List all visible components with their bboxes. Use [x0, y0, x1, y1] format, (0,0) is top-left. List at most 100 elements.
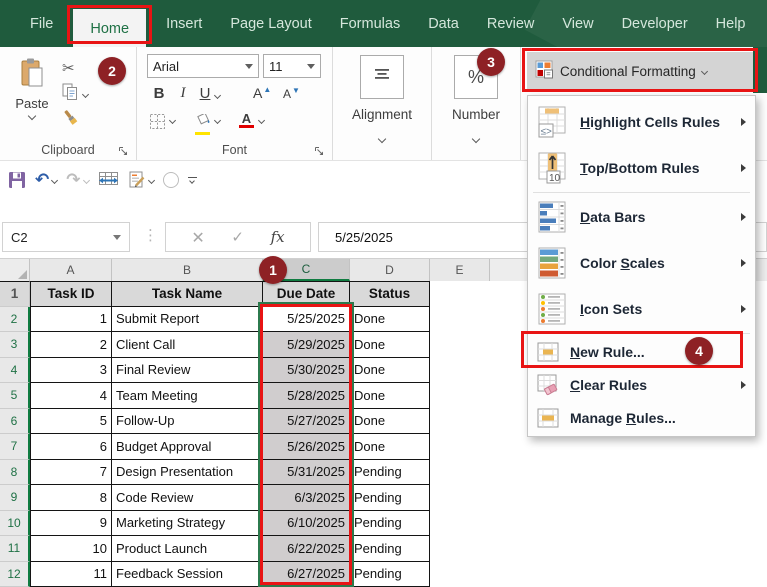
save-button[interactable] — [8, 171, 26, 189]
tab-view[interactable]: View — [548, 0, 607, 47]
row-header[interactable]: 9 — [0, 485, 30, 511]
cell-status[interactable]: Done — [350, 434, 430, 460]
row-header[interactable]: 4 — [0, 358, 30, 384]
menu-item-data-bars[interactable]: Data Bars — [528, 194, 755, 240]
cell-task-id[interactable]: 6 — [30, 434, 112, 460]
column-header-d[interactable]: D — [350, 259, 430, 281]
cell-task-id[interactable]: 11 — [30, 562, 112, 587]
cell-due-date[interactable]: 5/27/2025 — [263, 409, 350, 435]
row-header[interactable]: 6 — [0, 409, 30, 435]
borders-dropdown-icon[interactable] — [169, 117, 176, 124]
alignment-button[interactable] — [360, 55, 404, 99]
paste-dropdown-icon[interactable] — [28, 112, 36, 120]
column-header-a[interactable]: A — [30, 259, 112, 281]
cell-empty[interactable] — [430, 562, 490, 587]
conditional-formatting-button[interactable]: = Conditional Formatting — [527, 52, 753, 90]
cell-task-id[interactable]: 5 — [30, 409, 112, 435]
font-dialog-launcher-icon[interactable] — [314, 144, 325, 155]
tab-review[interactable]: Review — [473, 0, 549, 47]
undo-button[interactable]: ↶ — [35, 170, 57, 190]
cell-task-id[interactable]: 3 — [30, 358, 112, 384]
font-color-dropdown-icon[interactable] — [258, 117, 265, 124]
cell-empty[interactable] — [430, 281, 490, 307]
underline-button[interactable]: U — [195, 85, 215, 102]
cell-status[interactable]: Status — [350, 281, 430, 307]
cell-task-name[interactable]: Budget Approval — [112, 434, 263, 460]
cell-task-name[interactable]: Product Launch — [112, 536, 263, 562]
cell-status[interactable]: Pending — [350, 536, 430, 562]
undo-dropdown-icon[interactable] — [51, 176, 58, 183]
increase-font-size-button[interactable]: A▲ — [253, 85, 270, 101]
cell-due-date[interactable]: 5/30/2025 — [263, 358, 350, 384]
cancel-icon[interactable]: ✕ — [191, 228, 204, 247]
cell-status[interactable]: Done — [350, 383, 430, 409]
clipboard-dialog-launcher-icon[interactable] — [118, 144, 129, 155]
cell-due-date[interactable]: 6/10/2025 — [263, 511, 350, 537]
cell-status[interactable]: Done — [350, 307, 430, 333]
cell-task-id[interactable]: 7 — [30, 460, 112, 486]
format-painter-button[interactable] — [62, 107, 132, 133]
tab-help[interactable]: Help — [702, 0, 760, 47]
row-header[interactable]: 8 — [0, 460, 30, 486]
cell-empty[interactable] — [430, 358, 490, 384]
italic-button[interactable]: I — [173, 85, 193, 102]
cell-empty[interactable] — [430, 332, 490, 358]
tab-developer[interactable]: Developer — [608, 0, 702, 47]
form-dropdown-icon[interactable] — [147, 176, 154, 183]
menu-item-top-bottom-rules[interactable]: 10 Top/Bottom Rules — [528, 145, 755, 191]
cell-due-date[interactable]: Due Date — [263, 281, 350, 307]
cell-empty[interactable] — [430, 460, 490, 486]
tab-home[interactable]: Home — [73, 9, 146, 47]
cell-status[interactable]: Pending — [350, 460, 430, 486]
paste-button[interactable]: Paste — [6, 53, 58, 145]
column-header-e[interactable]: E — [430, 259, 490, 281]
cell-task-id[interactable]: 2 — [30, 332, 112, 358]
cell-due-date[interactable]: 5/31/2025 — [263, 460, 350, 486]
select-all-corner[interactable] — [0, 259, 30, 281]
cell-empty[interactable] — [430, 511, 490, 537]
cell-empty[interactable] — [430, 485, 490, 511]
cell-task-name[interactable]: Submit Report — [112, 307, 263, 333]
row-header[interactable]: 3 — [0, 332, 30, 358]
formula-bar-resize-dots-icon[interactable]: ⋮ — [143, 226, 158, 244]
cell-task-id[interactable]: 10 — [30, 536, 112, 562]
cell-status[interactable]: Pending — [350, 485, 430, 511]
row-header[interactable]: 11 — [0, 536, 30, 562]
alignment-dropdown-icon[interactable] — [333, 129, 431, 147]
cell-task-name[interactable]: Task Name — [112, 281, 263, 307]
cell-status[interactable]: Done — [350, 358, 430, 384]
menu-item-highlight-cells-rules[interactable]: ≤> Highlight Cells Rules — [528, 99, 755, 145]
cell-task-name[interactable]: Code Review — [112, 485, 263, 511]
copy-dropdown-icon[interactable] — [82, 90, 89, 97]
cell-due-date[interactable]: 6/22/2025 — [263, 536, 350, 562]
cell-empty[interactable] — [430, 307, 490, 333]
enter-icon[interactable]: ✓ — [231, 228, 244, 246]
cell-due-date[interactable]: 5/28/2025 — [263, 383, 350, 409]
cell-status[interactable]: Done — [350, 332, 430, 358]
cell-due-date[interactable]: 5/26/2025 — [263, 434, 350, 460]
form-button[interactable] — [128, 171, 154, 189]
cell-task-name[interactable]: Team Meeting — [112, 383, 263, 409]
cell-task-id[interactable]: Task ID — [30, 281, 112, 307]
cell-task-name[interactable]: Client Call — [112, 332, 263, 358]
cell-task-name[interactable]: Final Review — [112, 358, 263, 384]
cell-task-name[interactable]: Feedback Session — [112, 562, 263, 587]
tab-formulas[interactable]: Formulas — [326, 0, 414, 47]
borders-button[interactable] — [149, 113, 166, 135]
cell-status[interactable]: Pending — [350, 511, 430, 537]
row-header[interactable]: 10 — [0, 511, 30, 537]
font-color-button[interactable]: A — [239, 113, 254, 128]
tab-file[interactable]: File — [16, 0, 67, 47]
cell-task-name[interactable]: Follow-Up — [112, 409, 263, 435]
row-header[interactable]: 1 — [0, 281, 30, 307]
tab-insert[interactable]: Insert — [152, 0, 216, 47]
menu-item-new-rule[interactable]: New Rule... — [528, 335, 755, 368]
cell-due-date[interactable]: 6/27/2025 — [263, 562, 350, 587]
tab-data[interactable]: Data — [414, 0, 473, 47]
menu-item-manage-rules[interactable]: Manage Rules... — [528, 401, 755, 434]
row-header[interactable]: 2 — [0, 307, 30, 333]
decrease-font-size-button[interactable]: A▼ — [283, 87, 299, 101]
qat-circle-button[interactable] — [163, 172, 179, 188]
cell-empty[interactable] — [430, 409, 490, 435]
number-dropdown-icon[interactable] — [432, 129, 520, 147]
